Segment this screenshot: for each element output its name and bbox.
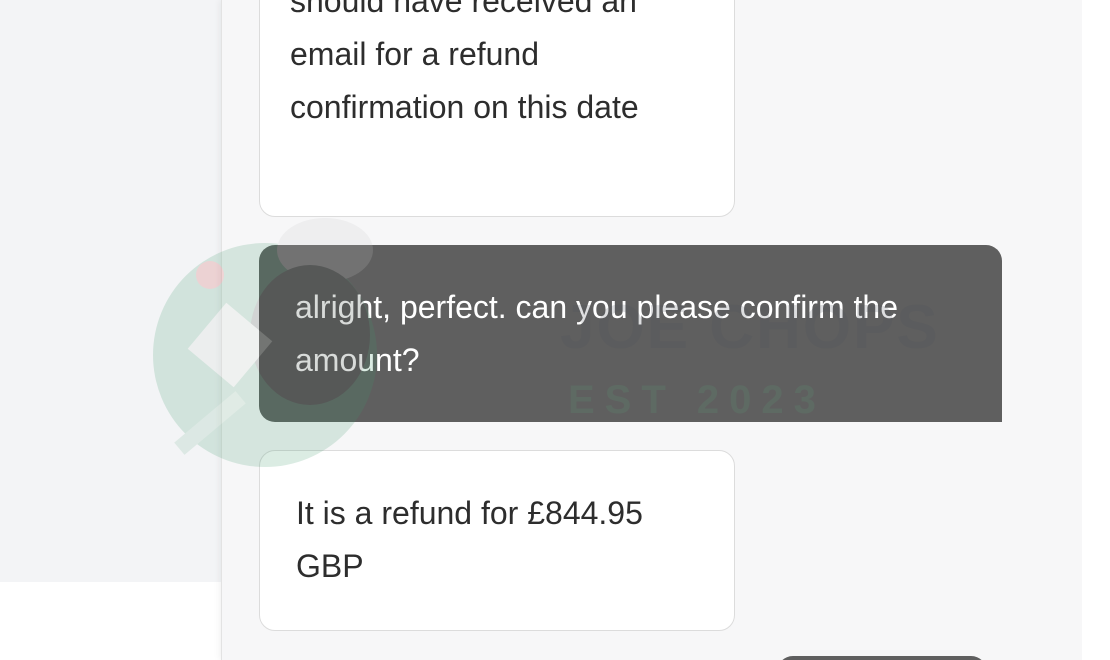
watermark-title: JOE CHOPS bbox=[560, 293, 940, 362]
agent-message-text: should have received an email for a refu… bbox=[290, 0, 639, 125]
user-message-partial bbox=[777, 656, 987, 660]
agent-message-text: It is a refund for £844.95 GBP bbox=[296, 495, 643, 584]
watermark-subtitle: EST 2023 bbox=[568, 378, 826, 422]
page-right-margin bbox=[1082, 0, 1110, 660]
agent-message: It is a refund for £844.95 GBP bbox=[259, 450, 735, 631]
agent-message: should have received an email for a refu… bbox=[259, 0, 735, 217]
